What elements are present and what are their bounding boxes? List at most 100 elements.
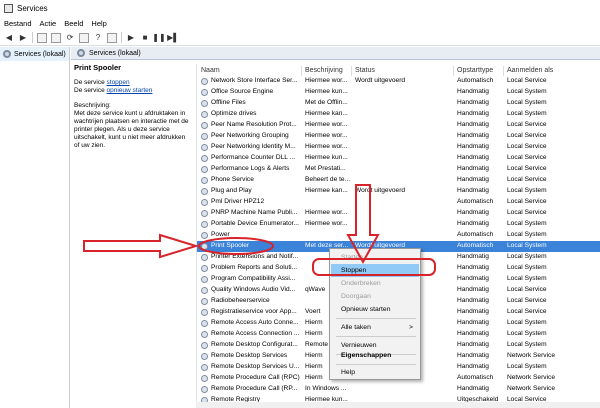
column-header-status[interactable]: Status — [355, 64, 375, 76]
stop-service-link[interactable]: stoppen — [107, 79, 130, 86]
service-gear-icon — [201, 122, 208, 129]
refresh-icon[interactable]: ⟳ — [65, 33, 75, 43]
service-gear-icon — [201, 353, 208, 360]
cell-name: Quality Windows Audio Vid... — [211, 286, 296, 293]
cell-description: Hiermee kan... — [305, 187, 348, 194]
tree-item-services-local[interactable]: Services (lokaal) — [0, 47, 69, 61]
restart-prefix: De service — [74, 87, 107, 94]
cell-description: Met de Offlin... — [305, 99, 348, 106]
column-divider[interactable] — [301, 66, 302, 76]
service-gear-icon — [201, 210, 208, 217]
menu-item-alle-taken[interactable]: Alle taken > — [331, 321, 419, 334]
service-gear-icon — [201, 144, 208, 151]
column-divider[interactable] — [503, 66, 504, 76]
cell-logon-as: Local Service — [507, 165, 547, 172]
table-row[interactable]: Peer Networking Grouping Hiermee wor... Ha… — [197, 131, 600, 142]
menu-beeld[interactable]: Beeld — [64, 19, 83, 28]
cell-name: Plug and Play — [211, 187, 252, 194]
cell-name: Remote Access Auto Conne... — [211, 319, 299, 326]
table-row[interactable]: Remote Procedure Call (RP... In Windows .… — [197, 384, 600, 395]
menu-item-starten[interactable]: Starten — [331, 251, 419, 264]
stop-icon[interactable]: ■ — [140, 33, 150, 43]
service-gear-icon — [201, 331, 208, 338]
menu-item-doorgaan[interactable]: Doorgaan — [331, 290, 419, 303]
cell-startup-type: Automatisch — [457, 231, 494, 238]
restart-service-line: De service opnieuw starten — [74, 87, 192, 95]
column-header-aanmelden[interactable]: Aanmelden als — [507, 64, 553, 76]
cell-description: Beheert de te... — [305, 176, 351, 183]
menu-item-opnieuw-starten[interactable]: Opnieuw starten — [331, 303, 419, 316]
console-tree-icon[interactable] — [37, 32, 47, 43]
table-row[interactable]: Portable Device Enumerator... Hiermee wor… — [197, 219, 600, 230]
cell-description: Hiermee kun... — [305, 154, 348, 161]
tree-item-label: Services (lokaal) — [14, 50, 66, 58]
properties-icon[interactable] — [51, 32, 61, 43]
cell-name: Optimize drives — [211, 110, 257, 117]
column-divider[interactable] — [351, 66, 352, 76]
menu-actie[interactable]: Actie — [40, 19, 57, 28]
column-header-beschrijving[interactable]: Beschrijving — [305, 64, 343, 76]
table-row[interactable]: PNRP Machine Name Publi... Hiermee wor...… — [197, 208, 600, 219]
cell-name: Remote Desktop Services U... — [211, 363, 300, 370]
cell-logon-as: Local Service — [507, 209, 547, 216]
service-gear-icon — [201, 254, 208, 261]
cell-name: Remote Access Connection ... — [211, 330, 300, 337]
table-row[interactable]: Performance Logs & Alerts Met Prestati...… — [197, 164, 600, 175]
column-divider[interactable] — [453, 66, 454, 76]
service-gear-icon — [201, 188, 208, 195]
restart-service-link[interactable]: opnieuw starten — [107, 87, 153, 94]
cell-startup-type: Automatisch — [457, 198, 494, 205]
cell-description: In Windows ... — [305, 385, 347, 392]
export-icon[interactable] — [79, 32, 89, 43]
table-row[interactable]: Network Store Interface Ser... Hiermee wo… — [197, 76, 600, 87]
table-row[interactable]: Phone Service Beheert de te... Handmatig Lo… — [197, 175, 600, 186]
title-bar: Services — [0, 0, 600, 17]
service-gear-icon — [201, 100, 208, 107]
menu-item-eigenschappen[interactable]: Eigenschappen — [331, 349, 419, 362]
table-row[interactable]: Peer Name Resolution Prot... Hiermee wor.… — [197, 120, 600, 131]
column-header-naam[interactable]: Naam — [201, 64, 220, 76]
menu-item-onderbreken[interactable]: Onderbreken — [331, 277, 419, 290]
pause-icon[interactable]: ❚❚ — [152, 33, 165, 43]
mmc-icon[interactable] — [107, 32, 117, 43]
cell-name: Remote Desktop Configurat... — [211, 341, 298, 348]
cell-name: Power — [211, 231, 230, 238]
table-row[interactable]: Offline Files Met de Offlin... Handmatig Lo… — [197, 98, 600, 109]
cell-name: Printer Extensions and Notif... — [211, 253, 299, 260]
service-gear-icon — [201, 320, 208, 327]
service-gear-icon — [201, 133, 208, 140]
column-header-opstarttype[interactable]: Opstarttype — [457, 64, 493, 76]
forward-icon[interactable]: ▶ — [18, 33, 28, 43]
cell-startup-type: Handmatig — [457, 264, 489, 271]
cell-startup-type: Automatisch — [457, 77, 494, 84]
toolbar-separator — [121, 32, 122, 43]
cell-description: Hiermee kan... — [305, 110, 348, 117]
cell-startup-type: Handmatig — [457, 385, 489, 392]
menu-item-stoppen[interactable]: Stoppen — [331, 264, 419, 277]
cell-logon-as: Local System — [507, 242, 547, 249]
cell-name: Performance Counter DLL ... — [211, 154, 296, 161]
cell-description: Hiermee wor... — [305, 143, 348, 150]
cell-startup-type: Handmatig — [457, 363, 489, 370]
menu-item-label: Alle taken — [341, 324, 371, 331]
menu-help[interactable]: Help — [91, 19, 106, 28]
table-row[interactable]: Pml Driver HPZ12 Automatisch Local Service — [197, 197, 600, 208]
restart-icon[interactable]: ▶▌ — [167, 33, 179, 43]
cell-startup-type: Handmatig — [457, 165, 489, 172]
back-icon[interactable]: ◀ — [4, 33, 14, 43]
cell-name: Print Spooler — [211, 242, 250, 249]
table-row[interactable]: Power Automatisch Local System — [197, 230, 600, 241]
help-icon[interactable]: ? — [93, 33, 103, 43]
table-row[interactable]: Performance Counter DLL ... Hiermee kun..… — [197, 153, 600, 164]
table-row[interactable]: Optimize drives Hiermee kan... Handmatig Lo… — [197, 109, 600, 120]
table-row[interactable]: Office Source Engine Hiermee kun... Handma… — [197, 87, 600, 98]
start-icon[interactable]: ▶ — [126, 33, 136, 43]
cell-startup-type: Handmatig — [457, 209, 489, 216]
horizontal-scrollbar[interactable] — [196, 402, 600, 408]
table-row[interactable]: Plug and Play Hiermee kan... Wordt uitgevo… — [197, 186, 600, 197]
menu-item-help[interactable]: Help — [331, 366, 419, 379]
service-gear-icon — [201, 386, 208, 393]
table-row[interactable]: Peer Networking Identity M... Hiermee wor… — [197, 142, 600, 153]
cell-startup-type: Handmatig — [457, 176, 489, 183]
menu-bestand[interactable]: Bestand — [4, 19, 32, 28]
